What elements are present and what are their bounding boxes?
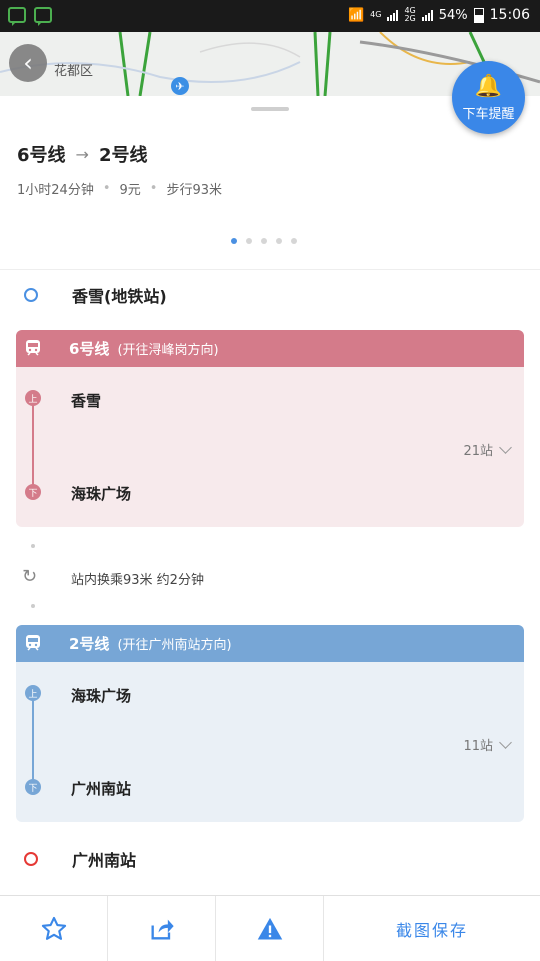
origin-name: 香雪(地铁站) (72, 287, 167, 306)
board-badge: 上 (25, 390, 41, 406)
origin-station: 香雪(地铁站) (0, 270, 540, 320)
line-card-6[interactable]: 6号线 (开往浔峰岗方向) 上 香雪 21站 下 海珠广场 (16, 330, 524, 527)
destination-name: 广州南站 (72, 851, 137, 870)
to-line: 2号线 (98, 145, 148, 166)
line-direction: (开往广州南站方向) (117, 638, 232, 653)
alight-stop: 海珠广场 (71, 485, 132, 503)
route-walk: 步行93米 (166, 183, 222, 198)
signal-icon-1 (387, 9, 399, 21)
transfer-info: ↻ 站内换乘93米 约2分钟 (0, 566, 540, 590)
stops-count-toggle[interactable]: 11站 (463, 735, 512, 754)
line-header[interactable]: 2号线 (开往广州南站方向) (16, 625, 524, 662)
board-stop: 香雪 (71, 392, 102, 410)
line-header[interactable]: 6号线 (开往浔峰岗方向) (16, 330, 524, 367)
subway-icon (26, 340, 40, 356)
map-district-label: 花都区 (54, 64, 94, 79)
destination-ring-icon (24, 852, 38, 866)
chevron-down-icon (499, 736, 512, 749)
transfer-icon: ↻ (22, 566, 38, 587)
stops-count: 11站 (463, 739, 493, 754)
screenshot-save-button[interactable]: 截图保存 (324, 896, 540, 961)
chevron-down-icon (499, 441, 512, 454)
alight-stop: 广州南站 (71, 780, 132, 798)
separator-dot: • (102, 181, 111, 196)
board-badge: 上 (25, 685, 41, 701)
drag-handle[interactable] (251, 107, 289, 111)
report-button[interactable] (216, 896, 323, 961)
chat-notification-icon (34, 7, 52, 26)
line-name: 6号线 (69, 340, 110, 358)
line-title: 6号线 (开往浔峰岗方向) (69, 338, 219, 359)
pager-dot[interactable] (261, 238, 267, 244)
subway-icon (26, 635, 40, 651)
pager-dot[interactable] (246, 238, 252, 244)
transfer-text: 站内换乘93米 约2分钟 (71, 573, 204, 588)
stops-count: 21站 (463, 444, 493, 459)
airport-icon[interactable]: ✈ (171, 77, 189, 95)
route-duration: 1小时24分钟 (17, 183, 94, 198)
screenshot-save-label: 截图保存 (395, 920, 468, 940)
transfer-dot (31, 604, 35, 608)
clock: 15:06 (489, 7, 530, 23)
battery-icon (473, 7, 484, 23)
route-fare: 9元 (119, 183, 141, 198)
line-direction: (开往浔峰岗方向) (117, 343, 219, 358)
route-title: 6号线 → 2号线 (17, 141, 147, 167)
transfer-dot (31, 544, 35, 548)
route-meta: 1小时24分钟 • 9元 • 步行93米 (17, 179, 222, 198)
line-body: 上 海珠广场 11站 下 广州南站 (16, 662, 524, 822)
signal-icon-2 (421, 9, 433, 21)
route-line (32, 693, 34, 787)
route-line (32, 398, 34, 492)
arrow-right-icon: → (75, 144, 89, 164)
share-button[interactable] (108, 896, 215, 961)
message-notification-icon (8, 7, 26, 26)
warning-icon (257, 917, 282, 939)
from-line: 6号线 (17, 145, 66, 166)
destination-station: 广州南站 (0, 834, 540, 884)
bell-icon: 🔔 (474, 73, 503, 99)
origin-ring-icon (24, 288, 38, 302)
line-body: 上 香雪 21站 下 海珠广场 (16, 367, 524, 527)
stops-count-toggle[interactable]: 21站 (463, 440, 512, 459)
star-icon (41, 916, 66, 940)
back-button[interactable]: ‹ (9, 44, 47, 82)
share-icon (151, 919, 174, 939)
alight-badge: 下 (25, 779, 41, 795)
board-stop: 海珠广场 (71, 687, 132, 705)
chevron-left-icon: ‹ (23, 49, 33, 77)
network-type-2b: 2G (404, 14, 416, 23)
route-summary-card[interactable]: 6号线 → 2号线 1小时24分钟 • 9元 • 步行93米 (0, 96, 540, 270)
network-type-1: 4G (370, 10, 382, 19)
favorite-button[interactable] (0, 896, 107, 961)
status-bar: 📶 4G 4G 2G 54% 15:06 (0, 0, 540, 32)
battery-percent: 54% (438, 7, 468, 23)
bottom-toolbar: 截图保存 (0, 895, 540, 961)
network-type-2: 4G 2G (404, 7, 415, 23)
pager-dot[interactable] (276, 238, 282, 244)
line-card-2[interactable]: 2号线 (开往广州南站方向) 上 海珠广场 11站 下 广州南站 (16, 625, 524, 822)
pager-dot[interactable] (231, 238, 237, 244)
alight-reminder-button[interactable]: 🔔 下车提醒 (452, 61, 525, 134)
separator-dot: • (149, 181, 158, 196)
line-name: 2号线 (69, 635, 110, 653)
route-pager[interactable] (231, 238, 297, 244)
pager-dot[interactable] (291, 238, 297, 244)
line-title: 2号线 (开往广州南站方向) (69, 633, 232, 654)
alight-reminder-label: 下车提醒 (462, 106, 515, 122)
wifi-icon: 📶 (347, 7, 365, 23)
alight-badge: 下 (25, 484, 41, 500)
